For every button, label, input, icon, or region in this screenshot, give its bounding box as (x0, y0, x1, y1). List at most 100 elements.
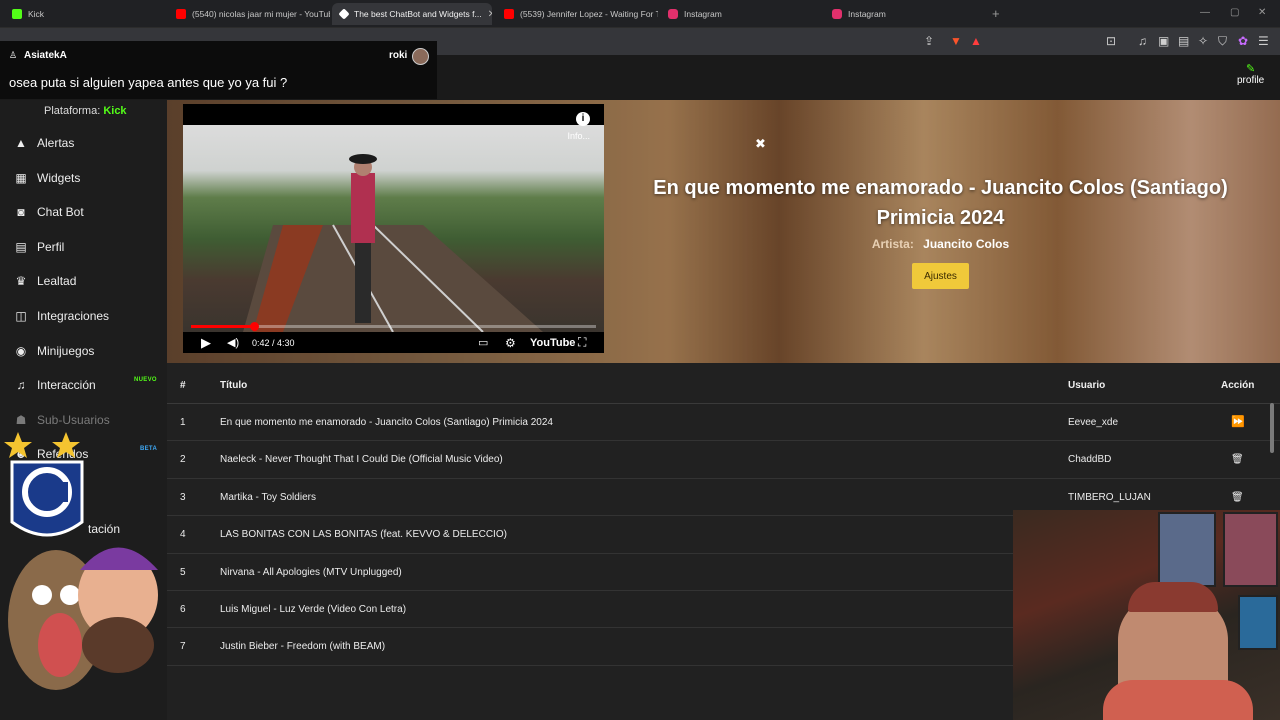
video-thumbnail-art (243, 154, 543, 333)
youtube-icon (176, 9, 186, 19)
row-number: 7 (180, 641, 186, 653)
settings-gear-icon[interactable]: ⚙ (505, 336, 516, 350)
sidebar-icon[interactable]: ▣ (1158, 34, 1169, 48)
wall-poster (1223, 512, 1278, 587)
id-card-icon: ▤ (15, 240, 27, 254)
volume-icon[interactable]: ◀) (227, 336, 239, 349)
sidebar-item-label: Chat Bot (37, 205, 84, 219)
sidebar-item-lealtad[interactable]: ♛ Lealtad (14, 271, 77, 291)
vpn-icon[interactable]: ⛉ (1218, 34, 1227, 48)
subtitles-icon[interactable]: ▭ (478, 336, 488, 349)
trophy-icon: ♛ (15, 274, 27, 288)
column-title: Título (220, 380, 248, 391)
sidebar-item-label: Alertas (37, 136, 75, 150)
tab-youtube-2[interactable]: (5539) Jennifer Lopez - Waiting For T... (496, 3, 658, 25)
column-action: Acción (1221, 380, 1255, 391)
skip-icon[interactable]: ⏩ (1231, 404, 1245, 441)
browser-tab-bar: Kick (5540) nicolas jaar mi mujer - YouT… (0, 0, 1280, 28)
row-user: Eevee_xde (1068, 417, 1119, 428)
tab-youtube-1[interactable]: (5540) nicolas jaar mi mujer - YouTube (168, 3, 330, 25)
column-number: # (180, 380, 186, 391)
leo-icon[interactable]: ✿ (1238, 34, 1248, 48)
row-number: 6 (180, 603, 186, 615)
row-number: 5 (180, 566, 186, 578)
close-window-icon[interactable]: ✕ (1258, 7, 1266, 18)
chat-overlay: ♙ AsiatekA roki osea puta si alguien yap… (0, 41, 437, 99)
platform-indicator: Plataforma: Kick (44, 105, 127, 117)
row-number: 1 (180, 417, 186, 428)
minimize-icon[interactable]: — (1200, 7, 1210, 18)
column-user: Usuario (1068, 380, 1106, 391)
streamer-shirt (1103, 680, 1253, 720)
sidebar-item-perfil[interactable]: ▤ Perfil (14, 237, 64, 257)
share-icon[interactable]: ⇪ (924, 34, 934, 48)
new-tab-button[interactable]: + (992, 7, 1000, 20)
row-number: 2 (180, 454, 186, 466)
table-row: 1 En que momento me enamorado - Juancito … (167, 404, 1280, 442)
avatar (412, 48, 429, 65)
video-progress-knob[interactable] (249, 322, 259, 331)
now-playing-hero: i Info... ▶ ◀) 0:42 / 4:30 ▭ ⚙ YouTube ⛶… (167, 100, 1280, 363)
info-icon[interactable]: i (576, 112, 590, 126)
grid-icon: ▦ (15, 171, 27, 185)
menu-icon[interactable]: ☰ (1258, 34, 1269, 48)
sidebar-item-sub-usuarios[interactable]: ☗ Sub-Usuarios (14, 410, 110, 430)
artist-label: Artista: (871, 237, 914, 251)
info-label: Info... (567, 131, 590, 141)
kick-icon (12, 9, 22, 19)
sidebar-item-label: Lealtad (37, 274, 77, 288)
site-icon (338, 8, 350, 20)
media-icon[interactable]: ♫ (1138, 34, 1147, 48)
sidebar-item-widgets[interactable]: ▦ Widgets (14, 168, 80, 188)
sidebar-item-interaccion[interactable]: ♫ Interacción (14, 375, 96, 395)
screenshot-icon[interactable]: ⊡ (1106, 34, 1116, 48)
music-icon: ♫ (16, 378, 26, 392)
tab-title: (5539) Jennifer Lopez - Waiting For T... (520, 9, 658, 19)
ajustes-button[interactable]: Ajustes (912, 263, 969, 289)
wallet-icon[interactable]: ▤ (1178, 34, 1189, 48)
close-tab-icon[interactable]: ✕ (488, 9, 492, 20)
video-progress-fill (191, 325, 254, 328)
chat-username: AsiatekA (24, 50, 67, 61)
platform-value: Kick (103, 105, 127, 117)
youtube-player[interactable]: i Info... ▶ ◀) 0:42 / 4:30 ▭ ⚙ YouTube ⛶ (183, 104, 604, 353)
tab-title: Instagram (848, 9, 886, 19)
video-progress-bar[interactable] (191, 322, 596, 331)
tab-kick[interactable]: Kick (4, 3, 168, 25)
delete-icon[interactable]: 🗑 (1231, 441, 1244, 478)
sidebar-item-label: Sub-Usuarios (37, 413, 110, 427)
video-frame[interactable] (183, 125, 604, 333)
extensions-icon[interactable]: ✧ (1198, 34, 1208, 48)
row-number: 4 (180, 529, 186, 541)
tab-instagram-1[interactable]: Instagram (660, 3, 822, 25)
youtube-logo[interactable]: YouTube (530, 337, 575, 349)
chat-message: osea puta si alguien yapea antes que yo … (9, 75, 288, 90)
wall-poster (1158, 512, 1216, 587)
chat-streamer-name: roki (389, 50, 408, 61)
now-playing-title: En que momento me enamorado - Juancito C… (653, 177, 1228, 229)
sidebar-item-integraciones[interactable]: ◫ Integraciones (14, 306, 109, 326)
instagram-icon (668, 9, 678, 19)
tab-title: The best ChatBot and Widgets f... (354, 9, 482, 19)
tab-chatbot[interactable]: The best ChatBot and Widgets f... ✕ (332, 3, 492, 25)
brave-shield-icon[interactable]: ▼ (950, 34, 962, 48)
youtube-icon (504, 9, 514, 19)
artist-value: Juancito Colos (923, 237, 1010, 251)
close-icon[interactable]: ✖ (755, 136, 766, 152)
row-title: Naeleck - Never Thought That I Could Die… (220, 454, 503, 466)
sidebar-item-label: Widgets (37, 171, 81, 185)
fullscreen-icon[interactable]: ⛶ (578, 335, 586, 350)
sidebar-item-alertas[interactable]: ▲ Alertas (14, 133, 74, 153)
sidebar-item-minijuegos[interactable]: ◉ Minijuegos (14, 341, 95, 361)
sidebar-item-chat-bot[interactable]: ◙ Chat Bot (14, 202, 84, 222)
sidebar-item-label: Minijuegos (37, 344, 95, 358)
tab-title: Kick (28, 9, 45, 19)
profile-link[interactable]: ✎ profile (1237, 62, 1264, 86)
table-row: 2 Naeleck - Never Thought That I Could Di… (167, 441, 1280, 479)
maximize-icon[interactable]: ▢ (1230, 7, 1239, 18)
scrollbar-thumb[interactable] (1270, 403, 1274, 453)
tab-instagram-2[interactable]: Instagram (824, 3, 986, 25)
rewards-icon[interactable]: ▲ (970, 34, 982, 48)
wall-poster (1238, 595, 1278, 650)
play-icon[interactable]: ▶ (201, 335, 211, 351)
